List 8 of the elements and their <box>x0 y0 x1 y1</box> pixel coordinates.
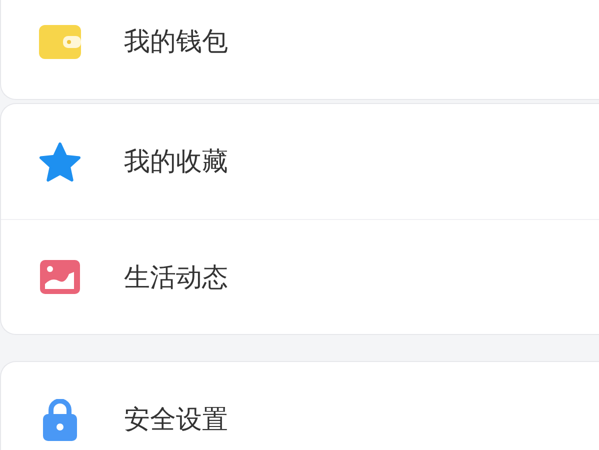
lock-icon <box>42 398 78 440</box>
menu-item-label[interactable]: 我的收藏 <box>124 144 228 179</box>
menu-item-label[interactable]: 我的钱包 <box>124 24 228 59</box>
menu-item-label[interactable]: 生活动态 <box>124 260 228 294</box>
wallet-icon <box>39 24 81 58</box>
star-icon <box>39 140 81 182</box>
menu-item-label[interactable]: 安全设置 <box>124 402 228 437</box>
image-icon <box>40 260 80 294</box>
